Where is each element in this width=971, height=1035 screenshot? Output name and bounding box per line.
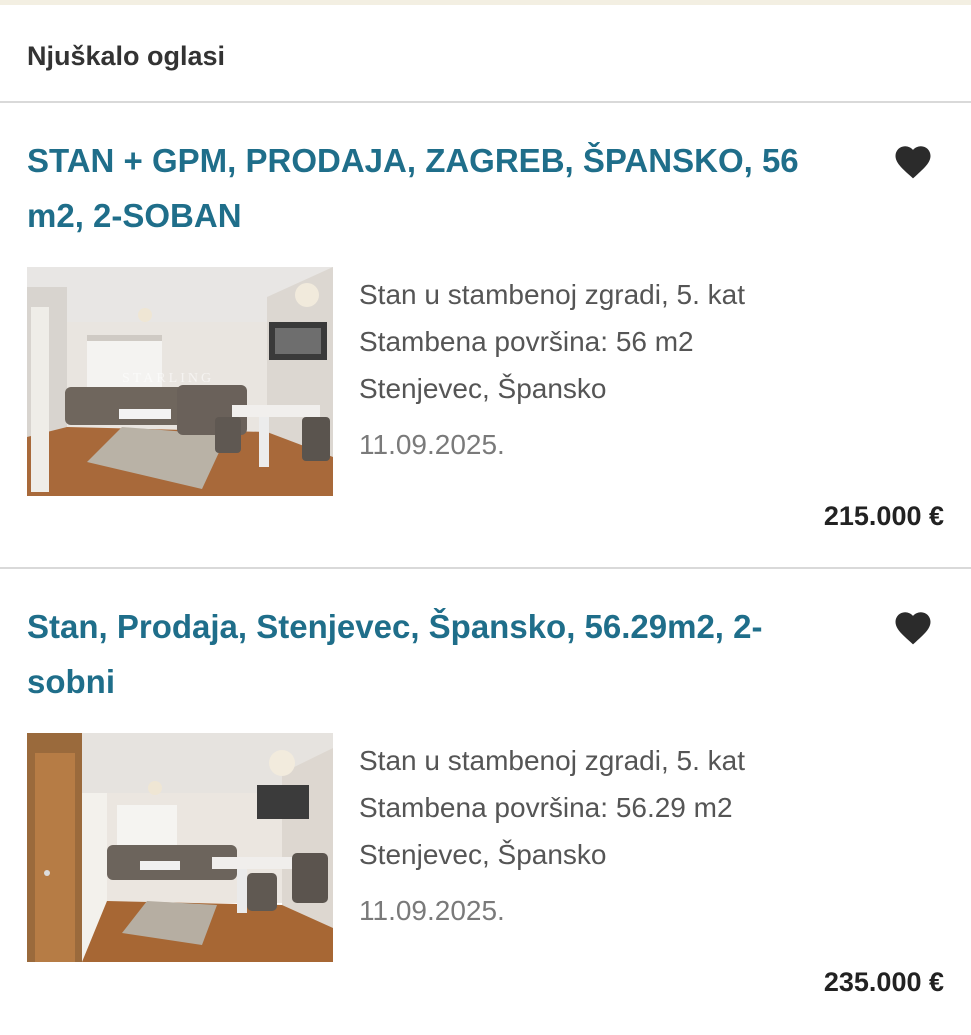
listing-details: Stan u stambenoj zgradi, 5. kat Stambena… xyxy=(359,271,919,465)
heart-icon xyxy=(895,146,931,179)
section-title: Njuškalo oglasi xyxy=(27,41,226,71)
listing-title-link[interactable]: STAN + GPM, PRODAJA, ZAGREB, ŠPANSKO, 56… xyxy=(27,133,847,243)
living-room-photo: STARLING xyxy=(27,267,333,496)
listing-details: Stan u stambenoj zgradi, 5. kat Stambena… xyxy=(359,737,919,931)
listing-date: 11.09.2025. xyxy=(359,895,505,926)
listing-price: 215.000 € xyxy=(823,501,944,531)
listing-photo[interactable]: STARLING xyxy=(27,267,333,496)
section-header: Njuškalo oglasi xyxy=(0,5,971,101)
svg-text:STARLING: STARLING xyxy=(122,371,214,386)
location: Stenjevec, Špansko xyxy=(359,839,607,870)
living-area: Stambena površina: 56.29 m2 xyxy=(359,792,733,823)
building-type: Stan u stambenoj zgradi, 5. kat xyxy=(359,745,745,776)
building-type: Stan u stambenoj zgradi, 5. kat xyxy=(359,279,745,310)
listing-date: 11.09.2025. xyxy=(359,429,505,460)
listing-price: 235.000 € xyxy=(823,967,944,997)
listing-photo[interactable] xyxy=(27,733,333,962)
favorite-button[interactable] xyxy=(892,607,934,649)
favorite-button[interactable] xyxy=(892,141,934,183)
heart-icon xyxy=(895,612,931,645)
living-area: Stambena površina: 56 m2 xyxy=(359,326,694,357)
listing-card[interactable]: STAN + GPM, PRODAJA, ZAGREB, ŠPANSKO, 56… xyxy=(0,103,971,569)
listing-card[interactable]: Stan, Prodaja, Stenjevec, Špansko, 56.29… xyxy=(0,569,971,1035)
location: Stenjevec, Špansko xyxy=(359,373,607,404)
listing-title-link[interactable]: Stan, Prodaja, Stenjevec, Špansko, 56.29… xyxy=(27,599,847,709)
living-room-photo xyxy=(27,733,333,962)
